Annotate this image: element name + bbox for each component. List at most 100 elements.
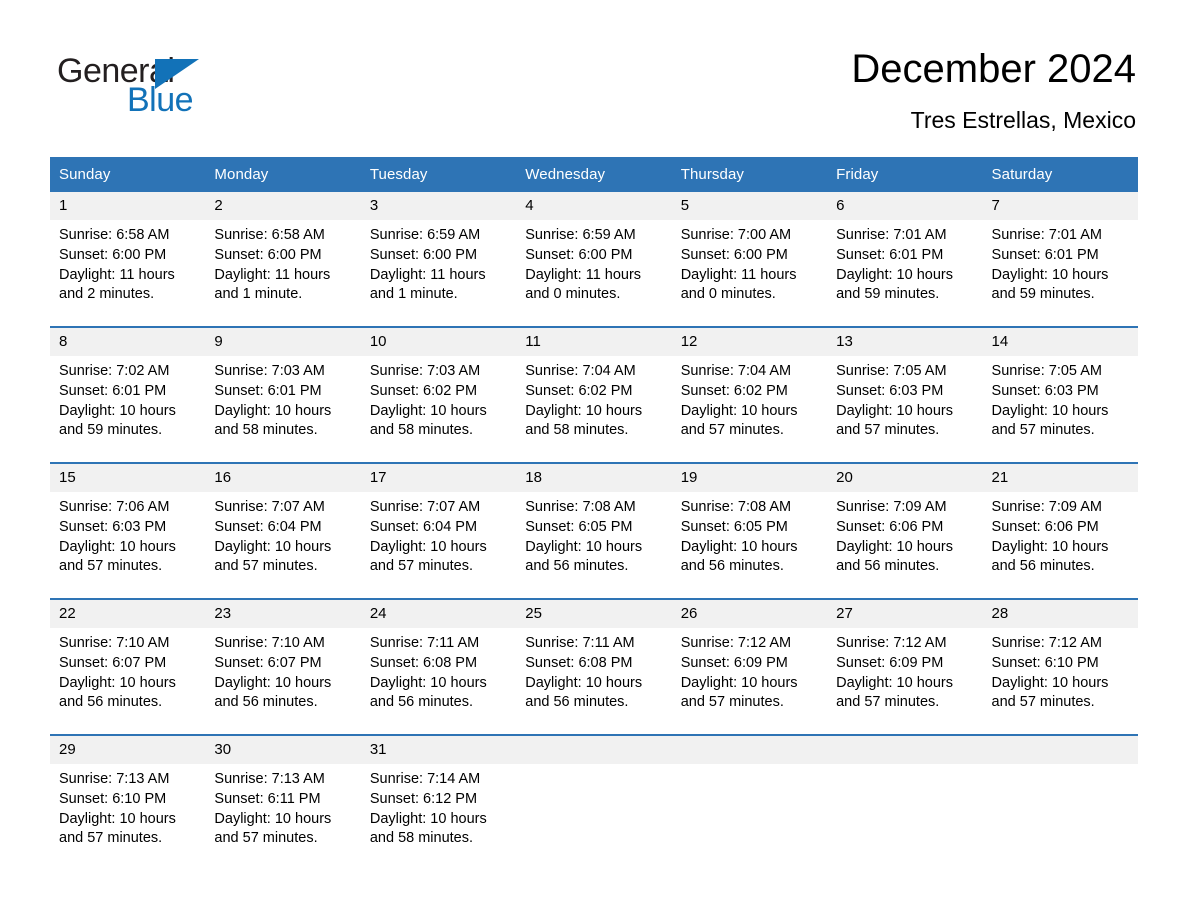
calendar-day-cell[interactable]: 17 Sunrise: 7:07 AM Sunset: 6:04 PM Dayligh… — [360, 462, 517, 599]
sunrise-text: Sunrise: 7:08 AM — [525, 499, 636, 515]
calendar-day-cell[interactable]: 13 Sunrise: 7:05 AM Sunset: 6:03 PM Dayligh… — [827, 326, 983, 463]
calendar-week-row: 1 Sunrise: 6:58 AM Sunset: 6:00 PM Daylight… — [50, 192, 1138, 327]
location-subtitle: Tres Estrellas, Mexico — [910, 107, 1136, 133]
day-details: Sunrise: 7:14 AM Sunset: 6:12 PM Daylight:… — [361, 764, 516, 849]
calendar-day-cell[interactable]: 18 Sunrise: 7:08 AM Sunset: 6:05 PM Dayligh… — [516, 462, 672, 599]
calendar-day-cell[interactable]: 15 Sunrise: 7:06 AM Sunset: 6:03 PM Dayligh… — [50, 462, 206, 599]
daylight-text: Daylight: 10 hours and 56 minutes. — [214, 674, 332, 711]
calendar-day-cell[interactable]: 28 Sunrise: 7:12 AM Sunset: 6:10 PM Dayligh… — [982, 598, 1138, 735]
day-number — [671, 736, 828, 764]
calendar-day-cell[interactable]: 21 Sunrise: 7:09 AM Sunset: 6:06 PM Dayligh… — [982, 462, 1138, 599]
daylight-text: Daylight: 10 hours and 57 minutes. — [214, 810, 332, 847]
calendar-day-cell[interactable]: 7 Sunrise: 7:01 AM Sunset: 6:01 PM Daylight… — [982, 192, 1138, 327]
calendar-day-cell[interactable]: 16 Sunrise: 7:07 AM Sunset: 6:04 PM Dayligh… — [205, 462, 361, 599]
day-number: 13 — [827, 328, 983, 356]
calendar-day-cell[interactable]: 1 Sunrise: 6:58 AM Sunset: 6:00 PM Daylight… — [50, 192, 206, 327]
sunrise-text: Sunrise: 7:06 AM — [59, 499, 170, 515]
sunset-text: Sunset: 6:06 PM — [991, 518, 1099, 535]
weekday-header-friday: Friday — [827, 157, 983, 192]
calendar-day-cell[interactable]: 24 Sunrise: 7:11 AM Sunset: 6:08 PM Dayligh… — [360, 598, 517, 735]
calendar-day-cell[interactable]: 8 Sunrise: 7:02 AM Sunset: 6:01 PM Daylight… — [50, 326, 206, 463]
day-number: 20 — [827, 464, 983, 492]
calendar-day-cell[interactable]: 4 Sunrise: 6:59 AM Sunset: 6:00 PM Daylight… — [516, 192, 672, 327]
sunset-text: Sunset: 6:09 PM — [836, 654, 944, 671]
day-number: 2 — [205, 192, 361, 220]
calendar-day-cell[interactable]: 5 Sunrise: 7:00 AM Sunset: 6:00 PM Daylight… — [671, 192, 828, 327]
day-details: Sunrise: 7:07 AM Sunset: 6:04 PM Daylight:… — [361, 492, 516, 577]
day-number: 8 — [50, 328, 206, 356]
sunrise-text: Sunrise: 7:12 AM — [991, 635, 1102, 651]
day-number: 15 — [50, 464, 206, 492]
title-block: December 2024 Tres Estrellas, Mexico — [851, 44, 1136, 136]
calendar-day-cell[interactable]: 14 Sunrise: 7:05 AM Sunset: 6:03 PM Dayligh… — [982, 326, 1138, 463]
general-blue-logo: General Blue — [57, 52, 317, 124]
daylight-text: Daylight: 11 hours and 1 minute. — [369, 266, 486, 303]
sunrise-text: Sunrise: 7:07 AM — [369, 499, 481, 515]
day-details: Sunrise: 7:05 AM Sunset: 6:03 PM Daylight:… — [983, 356, 1138, 441]
calendar-day-cell[interactable]: 27 Sunrise: 7:12 AM Sunset: 6:09 PM Dayligh… — [827, 598, 983, 735]
calendar-day-cell[interactable]: 19 Sunrise: 7:08 AM Sunset: 6:05 PM Dayligh… — [671, 462, 828, 599]
day-details: Sunrise: 6:59 AM Sunset: 6:00 PM Daylight:… — [516, 220, 671, 305]
day-number: 1 — [50, 192, 206, 220]
day-details: Sunrise: 7:03 AM Sunset: 6:02 PM Daylight:… — [361, 356, 516, 441]
sunrise-text: Sunrise: 7:01 AM — [991, 227, 1102, 243]
calendar-day-cell[interactable]: 3 Sunrise: 6:59 AM Sunset: 6:00 PM Daylight… — [360, 192, 517, 327]
day-details: Sunrise: 7:06 AM Sunset: 6:03 PM Daylight:… — [50, 492, 205, 577]
calendar-day-cell-empty — [516, 734, 672, 870]
calendar-day-cell[interactable]: 20 Sunrise: 7:09 AM Sunset: 6:06 PM Dayligh… — [827, 462, 983, 599]
sunset-text: Sunset: 6:01 PM — [59, 382, 167, 399]
day-details: Sunrise: 7:10 AM Sunset: 6:07 PM Daylight:… — [50, 628, 205, 713]
day-details: Sunrise: 7:12 AM Sunset: 6:09 PM Daylight:… — [672, 628, 827, 713]
calendar-week-row: 22 Sunrise: 7:10 AM Sunset: 6:07 PM Dayligh… — [50, 598, 1138, 735]
sunset-text: Sunset: 6:11 PM — [214, 790, 321, 807]
daylight-text: Daylight: 10 hours and 57 minutes. — [214, 538, 332, 575]
calendar-day-cell[interactable]: 2 Sunrise: 6:58 AM Sunset: 6:00 PM Daylight… — [205, 192, 361, 327]
sunrise-text: Sunrise: 7:07 AM — [214, 499, 325, 515]
calendar-day-cell[interactable]: 9 Sunrise: 7:03 AM Sunset: 6:01 PM Daylight… — [205, 326, 361, 463]
calendar-week-row: 8 Sunrise: 7:02 AM Sunset: 6:01 PM Daylight… — [50, 326, 1138, 463]
sunrise-text: Sunrise: 7:05 AM — [991, 363, 1102, 379]
weekday-header-saturday: Saturday — [982, 157, 1138, 192]
page-title: December 2024 — [851, 47, 1136, 91]
day-details: Sunrise: 7:11 AM Sunset: 6:08 PM Daylight:… — [516, 628, 671, 713]
calendar-day-cell[interactable]: 30 Sunrise: 7:13 AM Sunset: 6:11 PM Dayligh… — [205, 734, 361, 870]
daylight-text: Daylight: 10 hours and 58 minutes. — [369, 402, 487, 439]
sunset-text: Sunset: 6:01 PM — [214, 382, 322, 399]
sunset-text: Sunset: 6:07 PM — [214, 654, 322, 671]
day-number: 21 — [982, 464, 1138, 492]
daylight-text: Daylight: 10 hours and 59 minutes. — [59, 402, 176, 439]
day-number: 11 — [516, 328, 672, 356]
day-number: 7 — [982, 192, 1138, 220]
sunset-text: Sunset: 6:08 PM — [369, 654, 478, 671]
day-details: Sunrise: 7:12 AM Sunset: 6:09 PM Daylight:… — [827, 628, 982, 713]
daylight-text: Daylight: 10 hours and 57 minutes. — [991, 674, 1109, 711]
calendar-day-cell[interactable]: 26 Sunrise: 7:12 AM Sunset: 6:09 PM Dayligh… — [671, 598, 828, 735]
daylight-text: Daylight: 10 hours and 57 minutes. — [836, 402, 953, 439]
sunrise-text: Sunrise: 6:59 AM — [525, 227, 636, 243]
sunset-text: Sunset: 6:05 PM — [525, 518, 633, 535]
calendar-week-row: 29 Sunrise: 7:13 AM Sunset: 6:10 PM Dayligh… — [50, 734, 1138, 870]
calendar-day-cell[interactable]: 22 Sunrise: 7:10 AM Sunset: 6:07 PM Dayligh… — [50, 598, 206, 735]
sunset-text: Sunset: 6:04 PM — [369, 518, 478, 535]
daylight-text: Daylight: 10 hours and 57 minutes. — [680, 402, 798, 439]
sunrise-text: Sunrise: 7:12 AM — [680, 635, 792, 651]
sunset-text: Sunset: 6:02 PM — [525, 382, 633, 399]
calendar-day-cell[interactable]: 6 Sunrise: 7:01 AM Sunset: 6:01 PM Daylight… — [827, 192, 983, 327]
daylight-text: Daylight: 10 hours and 56 minutes. — [680, 538, 798, 575]
sunset-text: Sunset: 6:00 PM — [680, 246, 788, 263]
daylight-text: Daylight: 10 hours and 56 minutes. — [59, 674, 176, 711]
calendar-day-cell[interactable]: 25 Sunrise: 7:11 AM Sunset: 6:08 PM Dayligh… — [516, 598, 672, 735]
daylight-text: Daylight: 10 hours and 58 minutes. — [214, 402, 332, 439]
sunset-text: Sunset: 6:01 PM — [991, 246, 1099, 263]
sunset-text: Sunset: 6:10 PM — [59, 790, 167, 807]
calendar-day-cell[interactable]: 31 Sunrise: 7:14 AM Sunset: 6:12 PM Dayligh… — [360, 734, 517, 870]
calendar-day-cell[interactable]: 12 Sunrise: 7:04 AM Sunset: 6:02 PM Dayligh… — [671, 326, 828, 463]
calendar-day-cell[interactable]: 29 Sunrise: 7:13 AM Sunset: 6:10 PM Dayligh… — [50, 734, 206, 870]
day-number: 30 — [205, 736, 361, 764]
calendar-day-cell-empty — [982, 734, 1138, 870]
calendar-day-cell[interactable]: 11 Sunrise: 7:04 AM Sunset: 6:02 PM Dayligh… — [516, 326, 672, 463]
day-details: Sunrise: 6:58 AM Sunset: 6:00 PM Daylight:… — [50, 220, 205, 305]
calendar-day-cell[interactable]: 23 Sunrise: 7:10 AM Sunset: 6:07 PM Dayligh… — [205, 598, 361, 735]
daylight-text: Daylight: 10 hours and 57 minutes. — [680, 674, 798, 711]
calendar-day-cell[interactable]: 10 Sunrise: 7:03 AM Sunset: 6:02 PM Dayligh… — [360, 326, 517, 463]
